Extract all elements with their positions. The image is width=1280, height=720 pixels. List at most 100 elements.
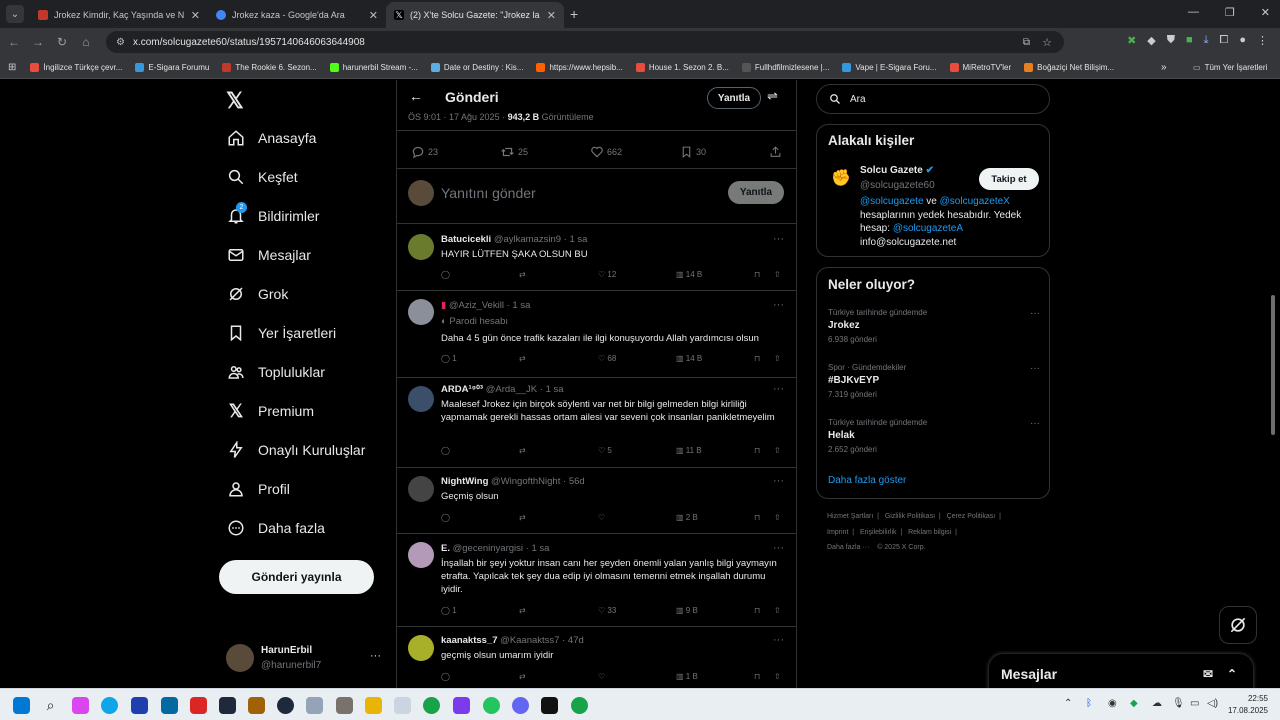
views-button[interactable]: ▥ 9 B xyxy=(676,606,698,615)
back-arrow-icon[interactable]: ← xyxy=(409,88,423,104)
footer-link[interactable]: Gizlilik Politikası xyxy=(885,513,935,520)
like-button[interactable]: ♡ 68 xyxy=(598,354,616,363)
bookmark-item[interactable]: Boğaziçi Net Bilişim... xyxy=(1024,62,1114,72)
bookmark-item[interactable]: Date or Destiny : Kis... xyxy=(430,62,523,72)
new-tab-button[interactable]: + xyxy=(570,6,578,22)
search-input[interactable]: Ara xyxy=(816,84,1050,114)
app-icon[interactable] xyxy=(248,697,265,714)
sidebar-item-messages[interactable]: Mesajlar xyxy=(226,245,311,265)
shield-icon[interactable]: ⛊ xyxy=(1167,34,1175,47)
avatar[interactable]: ✊ xyxy=(830,165,852,191)
close-tab-icon[interactable]: ✕ xyxy=(547,9,556,22)
tweet-bookmark-action[interactable]: 30 xyxy=(680,145,706,159)
reply-author[interactable]: kaanaktss_7 @Kaanaktss7 · 47d xyxy=(441,635,584,646)
bookmark-item[interactable]: İngilizce Türkçe çevr... xyxy=(30,62,122,72)
more-options-icon[interactable]: ··· xyxy=(1030,363,1040,374)
sidebar-item-communities[interactable]: Topluluklar xyxy=(226,362,325,382)
back-arrow-icon[interactable]: ← xyxy=(2,35,26,49)
whatsapp-icon[interactable] xyxy=(483,697,500,714)
retweet-icon[interactable]: ⇄ xyxy=(519,270,526,279)
reload-icon[interactable]: ↻ xyxy=(50,35,74,49)
footer-link[interactable]: Imprint xyxy=(827,529,848,536)
file-explorer-icon[interactable] xyxy=(365,697,382,714)
app-icon[interactable] xyxy=(219,697,236,714)
footer-link[interactable]: Hizmet Şartları xyxy=(827,513,873,520)
reply-icon[interactable]: ◯ xyxy=(441,446,450,455)
reply-tweet[interactable]: Batucicekli @aylkamazsin9 · 1 sa ··· HAY… xyxy=(397,223,796,290)
calculator-icon[interactable] xyxy=(306,697,323,714)
discord-icon[interactable] xyxy=(512,697,529,714)
tray-app-icon[interactable]: ◆ xyxy=(1130,698,1138,709)
reply-composer-input[interactable]: Yanıtını gönder xyxy=(441,185,536,201)
browser-tab[interactable]: Jrokez kaza - Google'da Ara ✕ xyxy=(208,2,386,28)
avatar[interactable] xyxy=(408,299,434,325)
tab-search-button[interactable]: ⌄ xyxy=(6,5,24,23)
star-bookmark-icon[interactable]: ☆ xyxy=(1042,36,1052,49)
share-icon[interactable] xyxy=(769,145,782,159)
footer-link[interactable]: Erişilebilirlik xyxy=(860,529,897,536)
more-options-icon[interactable]: ··· xyxy=(773,299,784,311)
share-icon[interactable]: ⇧ xyxy=(774,513,781,522)
like-button[interactable]: ♡ 12 xyxy=(598,270,616,279)
bookmark-icon[interactable]: ⊓ xyxy=(754,513,760,522)
sidebar-item-profile[interactable]: Profil xyxy=(226,479,290,499)
account-menu-button[interactable]: ··· xyxy=(370,650,381,662)
xbox-icon[interactable] xyxy=(423,697,440,714)
bookmark-icon[interactable]: ⊓ xyxy=(754,270,760,279)
footer-link[interactable]: Daha fazla ··· xyxy=(827,544,869,551)
reply-tweet[interactable]: ARDA¹⁹⁰³ @Arda__JK · 1 sa ··· Maalesef J… xyxy=(397,377,796,467)
more-options-icon[interactable]: ··· xyxy=(773,383,784,395)
trend-item[interactable]: Spor · Gündemdekiler #BJKvEYP 7.319 gönd… xyxy=(828,363,1040,399)
like-icon[interactable]: ♡ xyxy=(598,513,605,522)
steam-icon[interactable] xyxy=(277,697,294,714)
avatar[interactable] xyxy=(408,234,434,260)
x-logo-icon[interactable]: 𝕏 xyxy=(226,88,244,114)
bookmark-item[interactable]: harunerbil Stream -... xyxy=(329,62,418,72)
sidebar-item-home[interactable]: Anasayfa xyxy=(226,128,316,148)
app-icon[interactable] xyxy=(394,697,411,714)
sidebar-item-grok[interactable]: Grok xyxy=(226,284,288,304)
store-icon[interactable] xyxy=(131,697,148,714)
avatar[interactable] xyxy=(408,386,434,412)
avatar[interactable] xyxy=(408,476,434,502)
bookmark-item[interactable]: House 1. Sezon 2. B... xyxy=(635,62,729,72)
more-options-icon[interactable]: ··· xyxy=(1030,308,1040,319)
taskbar-clock[interactable]: 22:55 17.08.2025 xyxy=(1228,693,1268,717)
volume-icon[interactable]: ◁) xyxy=(1207,698,1218,709)
compose-message-icon[interactable]: ✉ xyxy=(1203,667,1213,681)
browser-menu-icon[interactable]: ⋮ xyxy=(1257,34,1268,47)
more-options-icon[interactable]: ··· xyxy=(773,233,784,245)
reply-button[interactable]: ◯ 1 xyxy=(441,606,457,615)
close-tab-icon[interactable]: ✕ xyxy=(191,9,200,22)
reply-icon[interactable]: ◯ xyxy=(441,672,450,681)
trend-item[interactable]: Türkiye tarihinde gündemde Jrokez 6.938 … xyxy=(828,308,1040,344)
site-info-icon[interactable]: ⚙ xyxy=(116,37,125,48)
retweet-icon[interactable]: ⇄ xyxy=(519,672,526,681)
reply-author[interactable]: Batucicekli @aylkamazsin9 · 1 sa xyxy=(441,234,587,245)
puzzle-extensions-icon[interactable]: ⧠ xyxy=(1220,34,1229,47)
views-button[interactable]: ▥ 14 B xyxy=(676,354,702,363)
share-icon[interactable]: ⇧ xyxy=(774,672,781,681)
share-icon[interactable]: ⇧ xyxy=(774,446,781,455)
reply-button[interactable]: ◯ 1 xyxy=(441,354,457,363)
extension-icon[interactable]: ◆ xyxy=(1147,34,1155,47)
tray-overflow-icon[interactable]: ⌃ xyxy=(1064,698,1072,709)
sidebar-item-explore[interactable]: Keşfet xyxy=(226,167,298,187)
related-name[interactable]: Solcu Gazete ✔ xyxy=(860,165,934,176)
more-options-icon[interactable]: ··· xyxy=(773,542,784,554)
bookmark-item[interactable]: MiRetroTV'ler xyxy=(949,62,1011,72)
bookmark-item[interactable]: Fullhdfilmizlesene |... xyxy=(741,62,829,72)
share-icon[interactable]: ⇧ xyxy=(774,606,781,615)
settings-sliders-icon[interactable]: ⇌ xyxy=(767,88,778,104)
chrome-icon[interactable] xyxy=(571,697,588,714)
bookmark-icon[interactable]: ⊓ xyxy=(754,606,760,615)
reply-author[interactable]: E. @geceninyargisi · 1 sa xyxy=(441,543,549,554)
reply-icon[interactable]: ◯ xyxy=(441,270,450,279)
search-icon[interactable]: ⌕ xyxy=(42,697,59,714)
bookmarks-overflow-button[interactable]: » xyxy=(1161,62,1167,73)
bookmark-item[interactable]: E-Sigara Forumu xyxy=(135,62,209,72)
all-bookmarks-button[interactable]: ▭ Tüm Yer İşaretleri xyxy=(1193,63,1267,72)
bookmark-item[interactable]: https://www.hepsib... xyxy=(536,62,623,72)
share-icon[interactable]: ⇧ xyxy=(774,270,781,279)
post-button[interactable]: Gönderi yayınla xyxy=(219,560,374,594)
